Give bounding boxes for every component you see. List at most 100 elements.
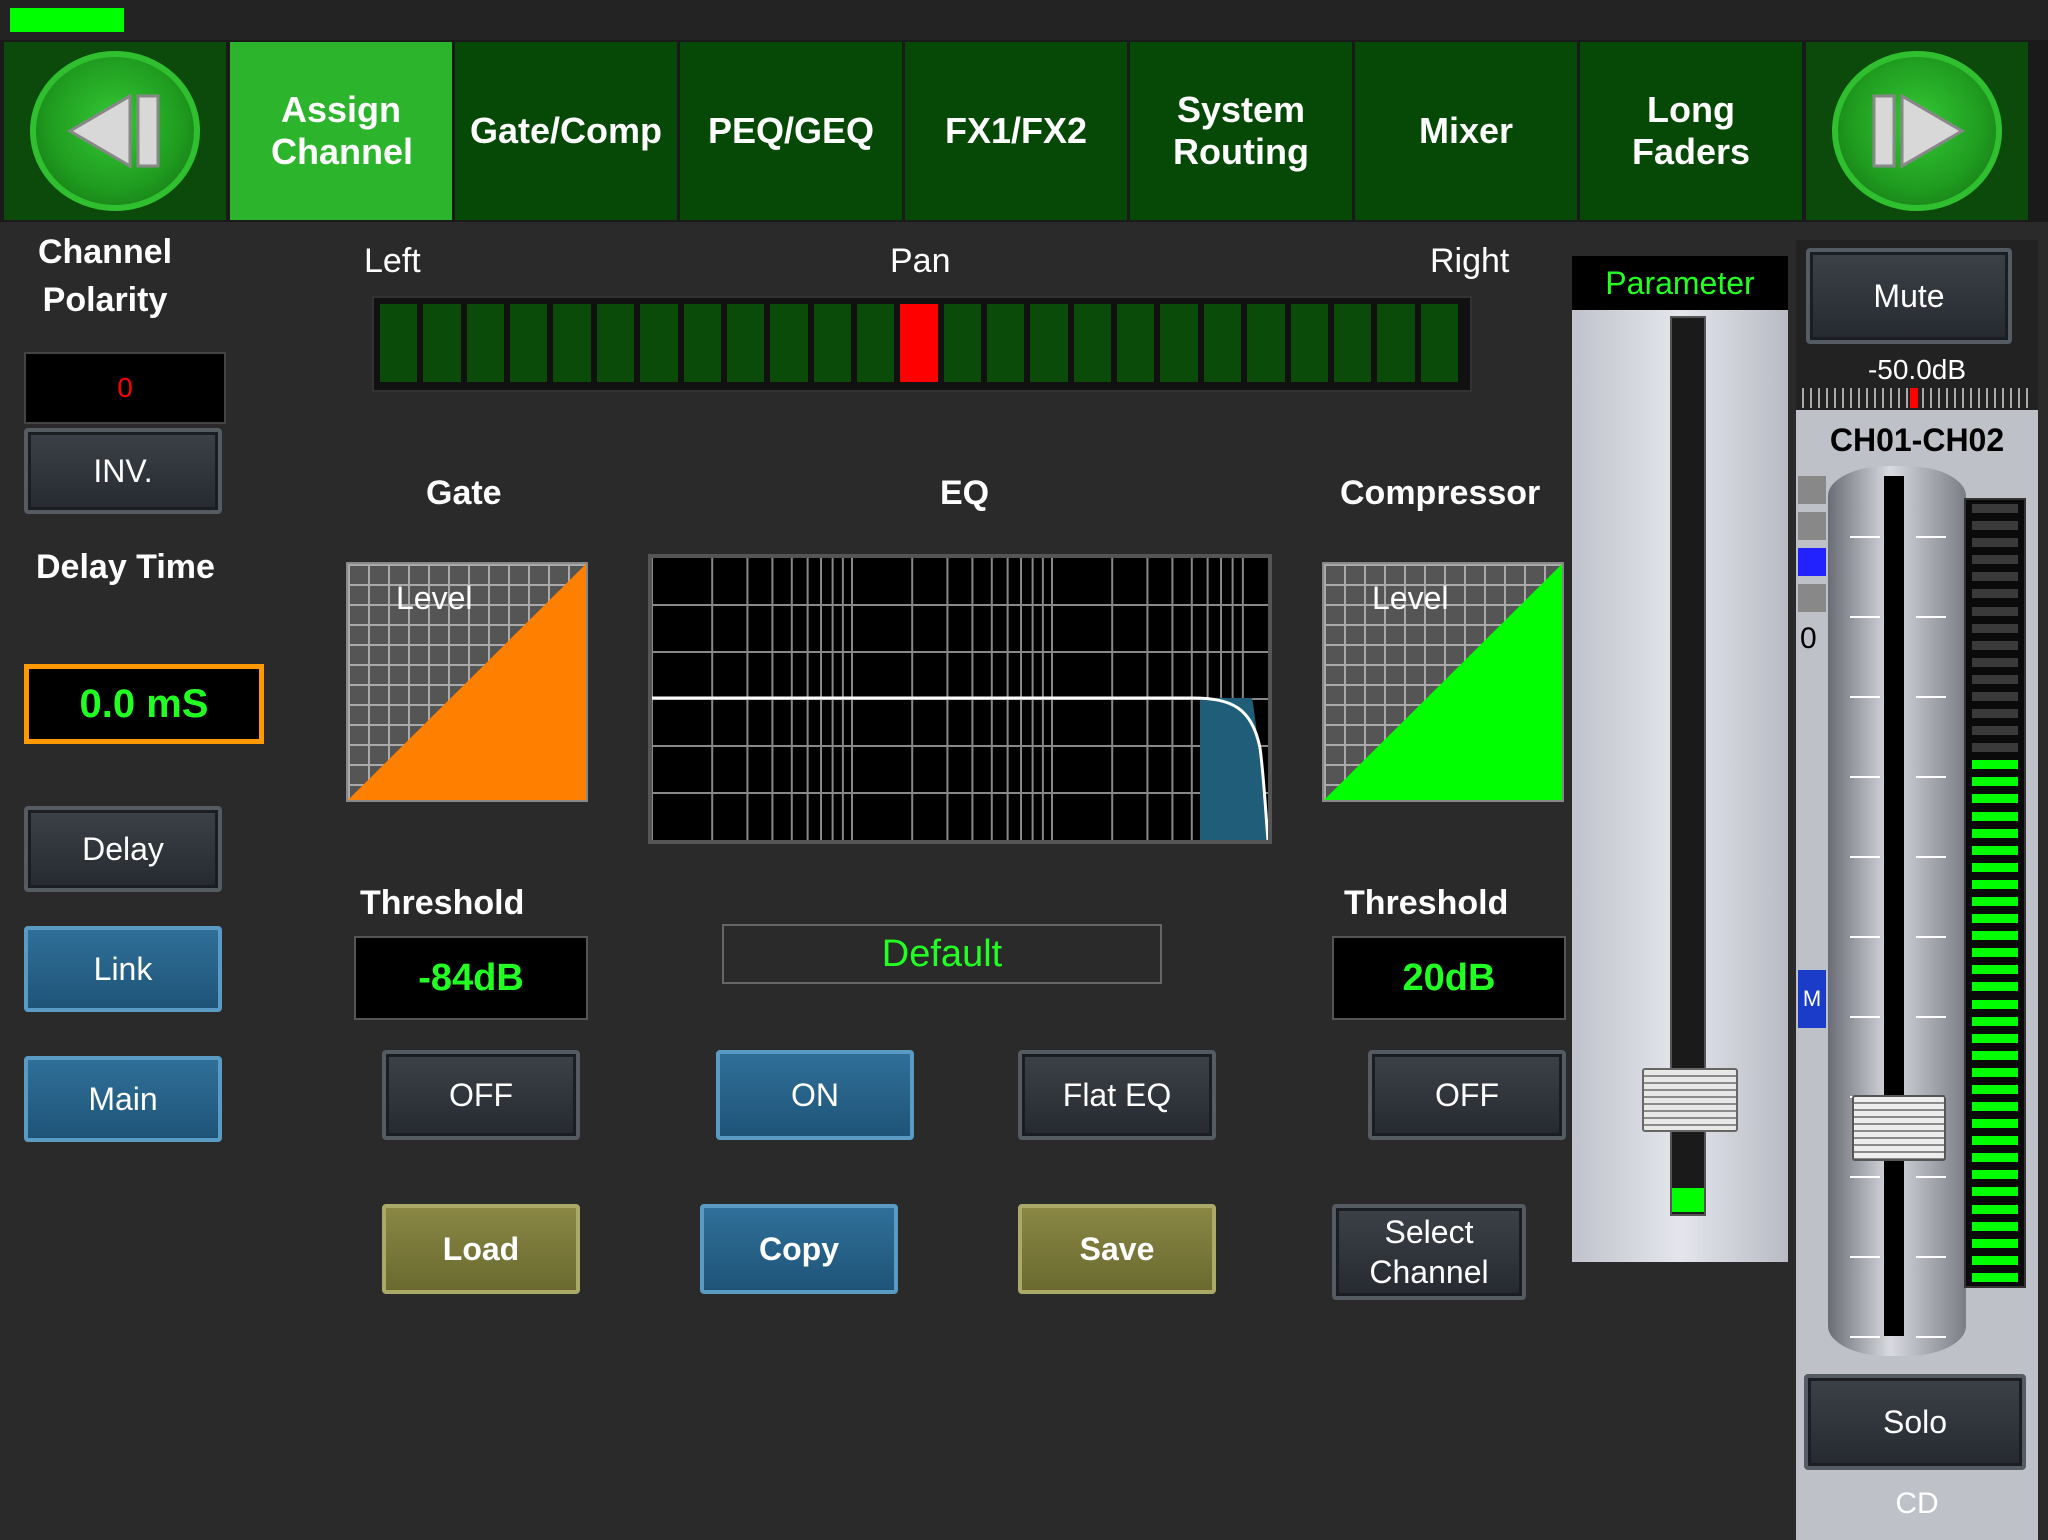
selector-square[interactable] [1798,476,1826,504]
pan-segment[interactable] [1073,304,1112,382]
fader-tick [1850,696,1880,698]
meter-segment [1972,999,2018,1009]
pan-segment[interactable] [466,304,505,382]
tab-label: PEQ/GEQ [707,110,875,151]
pan-segment[interactable] [640,304,678,382]
pan-meter[interactable] [372,296,1472,392]
delay-time-field[interactable]: 0.0 mS [24,664,264,744]
pan-segment[interactable] [1160,304,1198,382]
eq-graph[interactable] [648,554,1272,844]
link-button[interactable]: Link [24,926,222,1012]
selector-square[interactable] [1798,584,1826,612]
gate-graph[interactable]: Level [346,562,588,802]
compressor-title: Compressor [1340,474,1541,512]
pan-segment[interactable] [726,304,765,382]
fader-tick [1850,1176,1880,1178]
gate-threshold-value[interactable]: -84dB [354,936,588,1020]
mute-button[interactable]: Mute [1806,248,2012,344]
pan-segment[interactable] [813,304,851,382]
delay-time-label: Delay Time [36,548,215,586]
meter-segment [1972,1255,2018,1265]
status-bar [0,0,2048,40]
meter-segment [1972,914,2018,924]
meter-segment [1972,1204,2018,1214]
fader-tick [1850,616,1880,618]
pan-segment[interactable] [1030,304,1068,382]
pan-segment[interactable] [1117,304,1155,382]
meter-segment [1972,674,2018,684]
tab-long-faders[interactable]: Long Faders [1580,42,1802,220]
selector-square-active[interactable] [1798,548,1826,576]
tab-system-routing[interactable]: System Routing [1130,42,1352,220]
pan-segment-active[interactable] [900,304,938,382]
tab-peq-geq[interactable]: PEQ/GEQ [680,42,902,220]
channel-pan-marker [1910,388,1918,408]
pan-segment[interactable] [770,304,808,382]
pan-segment[interactable] [683,304,721,382]
copy-button[interactable]: Copy [700,1204,898,1294]
main-button[interactable]: Main [24,1056,222,1142]
parameter-label: Parameter [1572,256,1788,310]
meter-segment [1972,709,2018,719]
pan-segment[interactable] [1290,304,1328,382]
meter-segment [1972,743,2018,753]
previous-page-button[interactable] [4,42,226,220]
eq-preset-field[interactable]: Default [722,924,1162,984]
pan-segment[interactable] [1333,304,1372,382]
meter-segment [1972,538,2018,548]
pan-right-label: Right [1430,242,1510,280]
pan-segment[interactable] [380,304,418,382]
gate-toggle-button[interactable]: OFF [382,1050,580,1140]
tab-fx1-fx2[interactable]: FX1/FX2 [905,42,1127,220]
next-page-button[interactable] [1806,42,2028,220]
tab-mixer[interactable]: Mixer [1355,42,1577,220]
pan-segment[interactable] [1247,304,1285,382]
tab-assign-channel[interactable]: Assign Channel [230,42,452,220]
meter-segment [1972,1033,2018,1043]
meter-segment [1972,1221,2018,1231]
parameter-indicator [1672,1188,1704,1212]
polarity-value: 0 [24,352,226,424]
parameter-fader-knob[interactable] [1642,1068,1738,1133]
select-channel-button[interactable]: Select Channel [1332,1204,1526,1300]
compressor-graph[interactable]: Level [1322,562,1564,802]
meter-segment [1972,897,2018,906]
meter-segment [1972,1119,2018,1129]
channel-fader-knob[interactable] [1852,1095,1946,1162]
pan-segment[interactable] [1203,304,1242,382]
tab-label: Long Faders [1631,89,1751,172]
compressor-toggle-button[interactable]: OFF [1368,1050,1566,1140]
pan-segment[interactable] [510,304,548,382]
pan-segment[interactable] [1377,304,1415,382]
meter-segment [1972,521,2018,531]
pan-segment[interactable] [596,304,635,382]
solo-button[interactable]: Solo [1804,1374,2026,1470]
meter-segment [1972,948,2018,958]
meter-segment [1972,572,2018,582]
delay-button[interactable]: Delay [24,806,222,892]
meter-segment [1972,1102,2018,1112]
fader-tick [1916,536,1946,538]
fader-tick [1916,1176,1946,1178]
meter-segment [1972,811,2018,821]
fader-scale [1850,476,1946,1338]
pan-segment[interactable] [423,304,461,382]
load-button[interactable]: Load [382,1204,580,1294]
pan-segment[interactable] [943,304,982,382]
pan-segment[interactable] [856,304,895,382]
save-button[interactable]: Save [1018,1204,1216,1294]
invert-polarity-button[interactable]: INV. [24,428,222,514]
pan-segment[interactable] [1420,304,1458,382]
tab-label: System Routing [1173,89,1309,172]
tab-label: Gate/Comp [469,110,663,151]
pan-segment[interactable] [553,304,591,382]
pan-segment[interactable] [987,304,1025,382]
eq-toggle-button[interactable]: ON [716,1050,914,1140]
compressor-threshold-value[interactable]: 20dB [1332,936,1566,1020]
tab-gate-comp[interactable]: Gate/Comp [455,42,677,220]
gate-graph-label: Level [396,580,473,616]
meter-segment [1972,1136,2018,1146]
flat-eq-button[interactable]: Flat EQ [1018,1050,1216,1140]
meter-segment [1972,845,2018,855]
selector-square[interactable] [1798,512,1826,540]
